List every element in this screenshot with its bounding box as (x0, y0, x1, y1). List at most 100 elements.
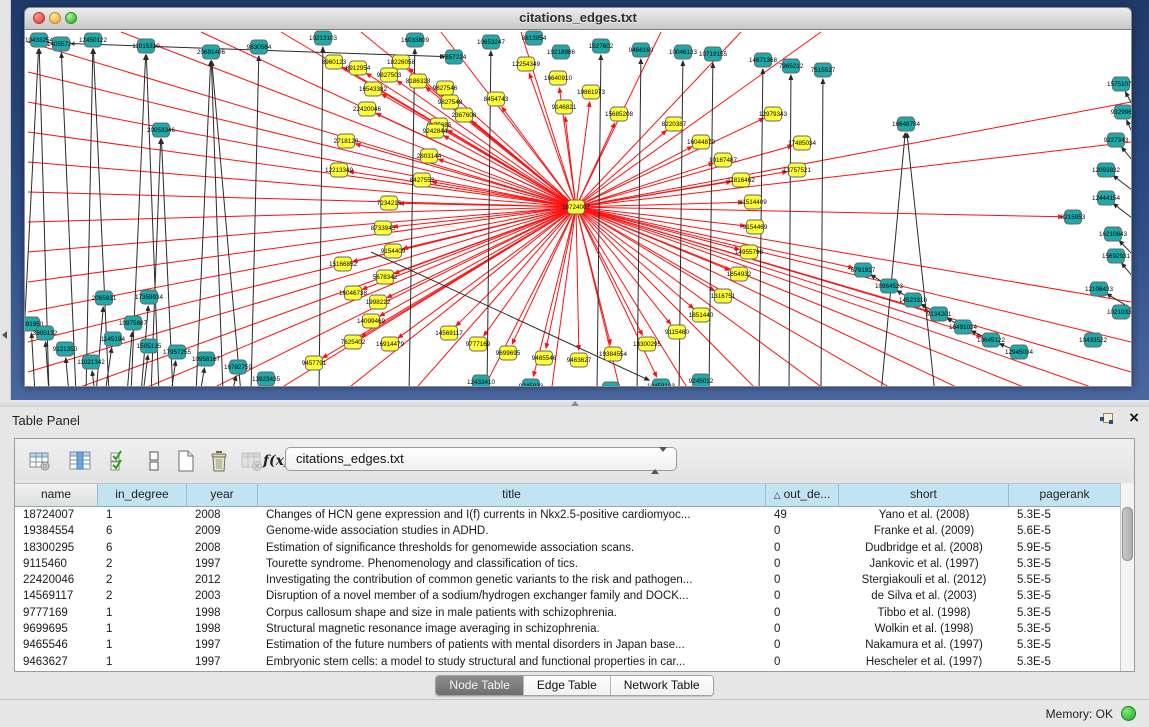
column-header-year[interactable]: year (187, 484, 258, 506)
splitter-handle-icon[interactable] (571, 401, 579, 406)
citation-edge-red[interactable] (398, 207, 576, 338)
table-cell[interactable]: 1 (98, 507, 187, 523)
table-row[interactable]: 911546021997Tourette syndrome. Phenomeno… (15, 556, 1134, 572)
citation-network-graph[interactable]: 1872400718226058982750316543382891295489… (25, 30, 1131, 386)
citation-edge-black[interactable] (319, 47, 323, 386)
table-cell[interactable]: 0 (766, 523, 839, 539)
citation-edge-black[interactable] (200, 368, 204, 386)
citation-edge-black[interactable] (907, 133, 935, 386)
citation-edge-black[interactable] (196, 61, 211, 386)
select-rows-button[interactable] (107, 448, 133, 474)
table-cell[interactable]: 2 (98, 572, 187, 588)
table-cell[interactable]: 1 (98, 605, 187, 621)
tab-node-table[interactable]: Node Table (436, 676, 524, 695)
table-cell[interactable]: Jankovic et al. (1997) (839, 556, 1009, 572)
table-cell[interactable]: 18300295 (15, 540, 98, 556)
table-cell[interactable]: 5.3E-5 (1009, 556, 1121, 572)
column-header-title[interactable]: title (258, 484, 766, 506)
table-cell[interactable]: Hescheler et al. (1997) (839, 654, 1009, 670)
table-cell[interactable]: 1 (98, 621, 187, 637)
table-row[interactable]: 1872400712008Changes of HCN gene express… (15, 507, 1134, 523)
citation-edge-black[interactable] (1122, 263, 1131, 276)
citation-edge-black[interactable] (131, 55, 146, 386)
citation-edge-red[interactable] (28, 207, 576, 282)
zoom-window-button[interactable] (65, 12, 77, 24)
table-cell[interactable]: 6 (98, 540, 187, 556)
table-cell[interactable]: 6 (98, 523, 187, 539)
close-window-button[interactable] (33, 12, 45, 24)
table-cell[interactable]: 0 (766, 654, 839, 670)
citation-edge-black[interactable] (251, 56, 259, 386)
column-header-name[interactable]: name (15, 484, 98, 506)
citation-edge-red[interactable] (28, 207, 576, 252)
table-selector-dropdown[interactable]: citations_edges.txt (285, 447, 677, 471)
column-header-out-de-[interactable]: △out_de... (766, 484, 839, 506)
citation-edge-red[interactable] (121, 32, 576, 207)
float-panel-button[interactable] (1100, 413, 1113, 426)
citation-edge-red[interactable] (576, 207, 1131, 342)
citation-edge-red[interactable] (576, 207, 981, 337)
table-cell[interactable]: 2012 (187, 572, 258, 588)
memory-ok-indicator[interactable] (1121, 706, 1136, 721)
table-cell[interactable]: Stergiakouli et al. (2012) (839, 572, 1009, 588)
citation-edge-black[interactable] (92, 371, 95, 386)
table-cell[interactable]: 19384554 (15, 523, 98, 539)
table-cell[interactable]: 5.5E-5 (1009, 572, 1121, 588)
table-cell[interactable]: 49 (766, 507, 839, 523)
citation-edge-red[interactable] (28, 132, 576, 207)
table-cell[interactable]: Genome-wide association studies in ADHD. (258, 523, 766, 539)
table-cell[interactable]: Investigating the contribution of common… (258, 572, 766, 588)
table-cell[interactable]: 5.3E-5 (1009, 637, 1121, 653)
table-cell[interactable]: 2003 (187, 588, 258, 604)
column-header-short[interactable]: short (839, 484, 1009, 506)
table-cell[interactable]: 0 (766, 540, 839, 556)
table-row[interactable]: 1830029562008Estimation of significance … (15, 540, 1134, 556)
table-row[interactable]: 946554611997Estimation of the future num… (15, 637, 1134, 653)
citation-edge-black[interactable] (96, 307, 103, 386)
table-cell[interactable]: 5.3E-5 (1009, 507, 1121, 523)
table-cell[interactable]: 9463627 (15, 654, 98, 670)
table-cell[interactable]: 2 (98, 588, 187, 604)
citation-edge-red[interactable] (28, 207, 576, 372)
table-cell[interactable]: Tourette syndrome. Phenomenology and cla… (258, 556, 766, 572)
table-cell[interactable]: 2009 (187, 523, 258, 539)
citation-edge-red[interactable] (28, 207, 576, 222)
citation-edge-red[interactable] (576, 207, 579, 350)
column-header-in-degree[interactable]: in_degree (98, 484, 187, 506)
table-cell[interactable]: Structural magnetic resonance image aver… (258, 621, 766, 637)
close-panel-button[interactable]: × (1129, 408, 1139, 428)
network-window-titlebar[interactable]: citations_edges.txt (24, 7, 1132, 30)
table-cell[interactable]: 1998 (187, 621, 258, 637)
table-cell[interactable]: Estimation of the future numbers of pati… (258, 637, 766, 653)
table-cell[interactable]: 0 (766, 588, 839, 604)
network-view-canvas[interactable]: 1872400718226058982750316543382891295489… (24, 30, 1132, 387)
table-cell[interactable]: Nakamura et al. (1997) (839, 637, 1009, 653)
table-header-row[interactable]: namein_degreeyeartitle△out_de...shortpag… (15, 484, 1134, 507)
table-cell[interactable]: 1 (98, 637, 187, 653)
table-cell[interactable]: 9465546 (15, 637, 98, 653)
table-cell[interactable]: Franke et al. (2009) (839, 523, 1009, 539)
table-cell[interactable]: Dudbridge et al. (2008) (839, 540, 1009, 556)
table-cell[interactable]: 0 (766, 637, 839, 653)
table-row[interactable]: 2242004622012Investigating the contribut… (15, 572, 1134, 588)
citation-edge-red[interactable] (576, 207, 901, 386)
table-cell[interactable]: 1997 (187, 637, 258, 653)
citation-edge-red[interactable] (576, 207, 1111, 386)
table-cell[interactable]: 1997 (187, 654, 258, 670)
table-cell[interactable]: 5.3E-5 (1009, 621, 1121, 637)
citation-edge-red[interactable] (576, 207, 714, 291)
table-row[interactable]: 977716911998Corpus callosum shape and si… (15, 605, 1134, 621)
table-cell[interactable]: 14569117 (15, 588, 98, 604)
citation-edge-black[interactable] (821, 79, 823, 386)
table-cell[interactable]: 0 (766, 572, 839, 588)
table-cell[interactable]: 22420046 (15, 572, 98, 588)
table-cell[interactable]: 2008 (187, 540, 258, 556)
citation-edge-black[interactable] (1122, 147, 1131, 160)
table-cell[interactable]: 5.3E-5 (1009, 605, 1121, 621)
citation-edge-black[interactable] (789, 75, 791, 386)
table-cell[interactable]: Wolkin et al. (1998) (839, 621, 1009, 637)
table-row[interactable]: 969969511998Structural magnetic resonanc… (15, 621, 1134, 637)
citation-edge-red[interactable] (576, 102, 1131, 207)
table-cell[interactable]: Disruption of a novel member of a sodium… (258, 588, 766, 604)
table-cell[interactable]: 1997 (187, 556, 258, 572)
